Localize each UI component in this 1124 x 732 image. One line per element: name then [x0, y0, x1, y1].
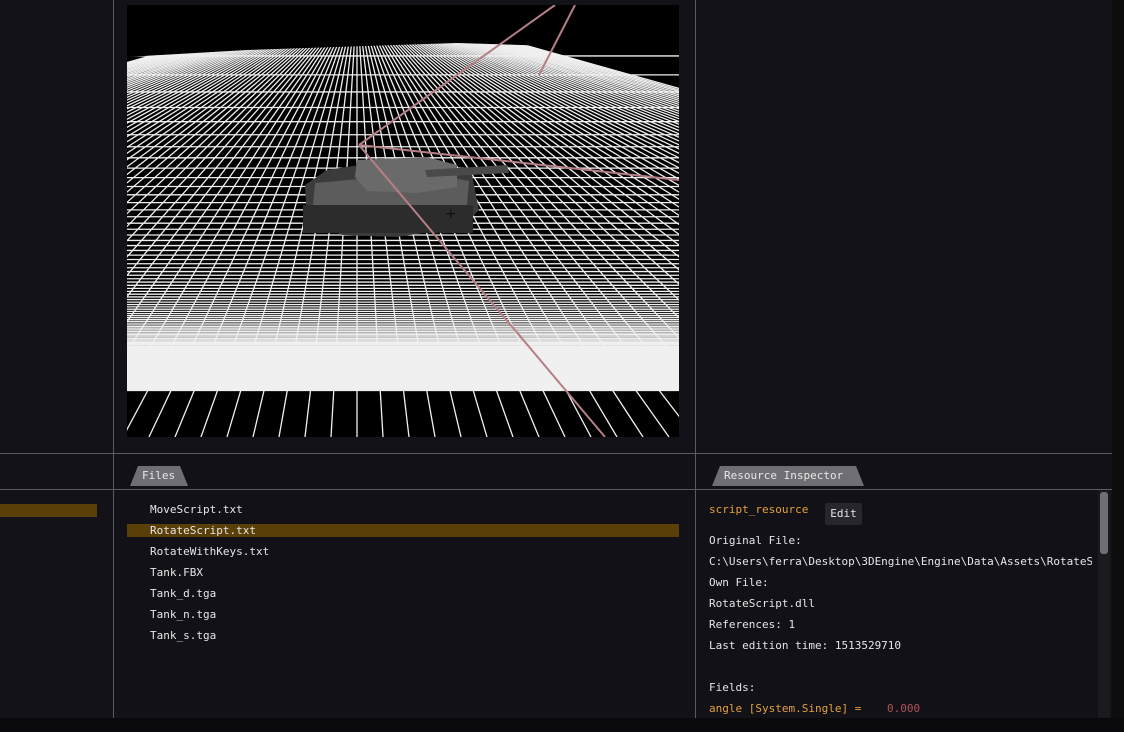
original-file-label: Original File:: [709, 534, 802, 547]
hierarchy-selected-row[interactable]: [0, 504, 97, 517]
file-item[interactable]: RotateScript.txt: [150, 523, 256, 539]
file-item[interactable]: Tank.FBX: [150, 565, 203, 581]
file-item[interactable]: Tank_n.tga: [150, 607, 216, 623]
field-name: angle [System.Single] =: [709, 702, 862, 715]
file-item[interactable]: Tank_s.tga: [150, 628, 216, 644]
scene-render: +: [127, 5, 679, 437]
status-strip: [0, 718, 1124, 732]
window-edge: [1112, 0, 1124, 718]
field-value-input[interactable]: 0.000: [887, 701, 920, 717]
divider: [0, 453, 1112, 454]
references-count: References: 1: [709, 618, 796, 631]
properties-panel: [696, 0, 1112, 453]
divider: [0, 489, 1112, 490]
tab-files[interactable]: Files: [130, 466, 188, 486]
last-edition-time: Last edition time: 1513529710: [709, 639, 902, 652]
inspector-content: script_resource Original File: C:\Users\…: [697, 492, 1092, 718]
tab-resource-inspector[interactable]: Resource Inspector: [712, 466, 864, 486]
own-file-label: Own File:: [709, 576, 769, 589]
original-file-path: C:\Users\ferra\Desktop\3DEngine\Engine\D…: [709, 555, 1092, 568]
file-item[interactable]: Tank_d.tga: [150, 586, 216, 602]
divider: [113, 0, 114, 718]
resource-name: script_resource: [709, 503, 809, 516]
divider: [695, 0, 696, 718]
inspector-scrollbar-thumb[interactable]: [1100, 492, 1108, 554]
own-file-value: RotateScript.dll: [709, 597, 815, 610]
svg-text:+: +: [445, 206, 457, 222]
fields-label: Fields:: [709, 681, 756, 694]
edit-button[interactable]: Edit: [825, 503, 862, 525]
hierarchy-panel: [0, 0, 113, 718]
scene-viewport[interactable]: +: [127, 5, 679, 437]
file-item[interactable]: MoveScript.txt: [150, 502, 243, 518]
file-item[interactable]: RotateWithKeys.txt: [150, 544, 269, 560]
